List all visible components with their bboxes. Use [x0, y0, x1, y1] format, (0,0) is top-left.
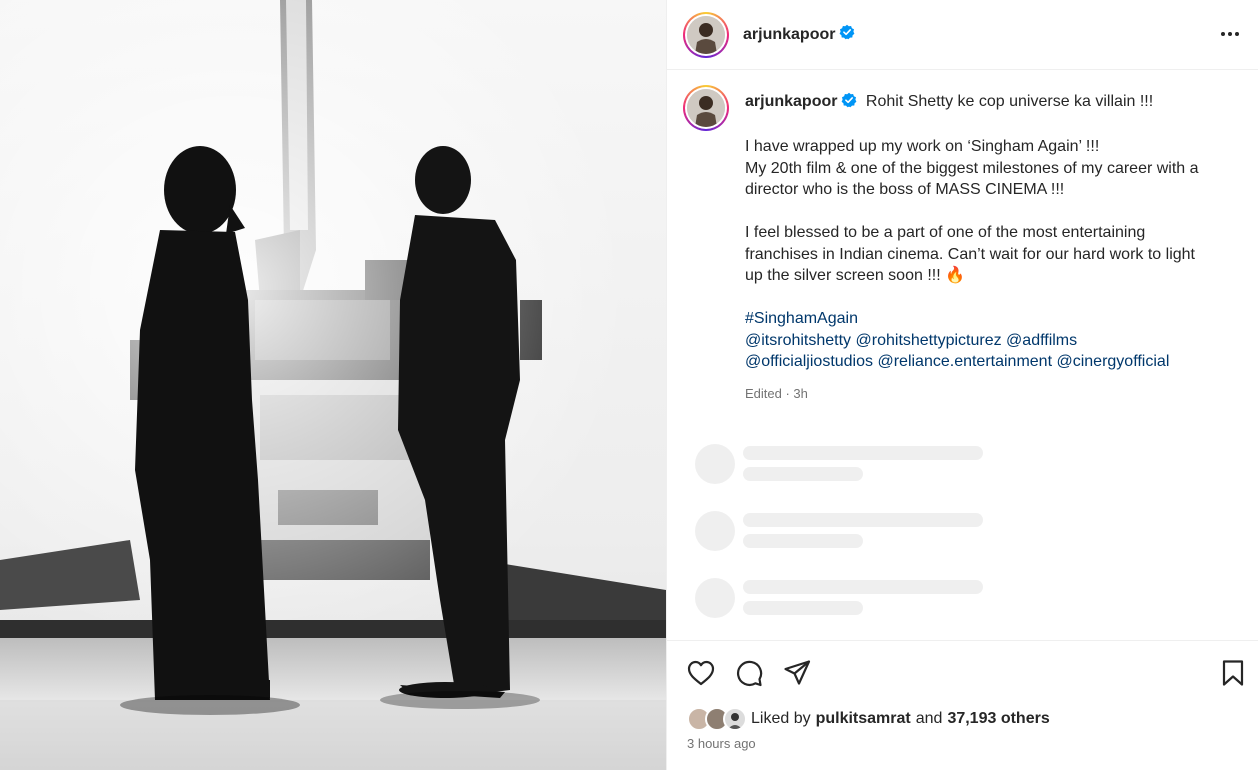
- caption-username[interactable]: arjunkapoor: [745, 93, 837, 110]
- post-photo: [0, 0, 666, 770]
- liker-avatars[interactable]: [687, 707, 749, 731]
- avatar-photo: [687, 15, 725, 54]
- bookmark-icon[interactable]: [1217, 657, 1249, 689]
- heart-icon[interactable]: [685, 657, 717, 689]
- caption-line: up the silver screen soon !!! 🔥: [745, 267, 966, 284]
- caption-line: director who is the boss of MASS CINEMA …: [745, 181, 1065, 198]
- caption-first-line: arjunkapoor Rohit Shetty ke cop universe…: [745, 91, 1231, 115]
- caption: arjunkapoor Rohit Shetty ke cop universe…: [667, 71, 1258, 404]
- caption-line: My 20th film & one of the biggest milest…: [745, 159, 1199, 177]
- post-header: arjunkapoor: [667, 0, 1258, 70]
- mention-link[interactable]: @reliance.entertainment: [877, 353, 1052, 370]
- post-image[interactable]: [0, 0, 666, 770]
- post-timestamp[interactable]: 3 hours ago: [687, 736, 756, 751]
- caption-line: I have wrapped up my work on ‘Singham Ag…: [745, 138, 1100, 155]
- post-actions: Liked by pulkitsamrat and 37,193 others …: [667, 640, 1258, 770]
- paper-plane-icon[interactable]: [781, 657, 813, 689]
- likes-summary: Liked by pulkitsamrat and 37,193 others: [687, 707, 1050, 731]
- mention-link[interactable]: @itsrohitshetty: [745, 332, 851, 349]
- verified-badge-icon: [841, 92, 857, 115]
- caption-text: arjunkapoor Rohit Shetty ke cop universe…: [745, 85, 1231, 404]
- caption-meta: Edited · 3h: [745, 385, 808, 401]
- action-icons: [685, 657, 1249, 689]
- caption-author-avatar[interactable]: [683, 85, 729, 131]
- verified-badge-icon: [839, 24, 855, 45]
- caption-and-comments[interactable]: arjunkapoor Rohit Shetty ke cop universe…: [667, 71, 1258, 639]
- mention-link[interactable]: @rohitshettypicturez: [856, 332, 1002, 349]
- mention-link[interactable]: @officialjiostudios: [745, 353, 873, 370]
- more-options-icon[interactable]: [1216, 22, 1244, 46]
- post-detail-panel: arjunkapoor arjunkapoor Rohit Shetty ke …: [666, 0, 1258, 770]
- hashtag-link[interactable]: #SinghamAgain: [745, 310, 858, 327]
- comment-icon[interactable]: [733, 657, 765, 689]
- caption-line: I feel blessed to be a part of one of th…: [745, 224, 1146, 241]
- mention-link[interactable]: @cinergyofficial: [1056, 353, 1169, 370]
- avatar-photo: [687, 89, 725, 127]
- comment-skeleton: [695, 578, 983, 639]
- likes-prefix: Liked by: [751, 710, 811, 727]
- liker-username[interactable]: pulkitsamrat: [816, 710, 911, 728]
- caption-paragraph-3: I feel blessed to be a part of one of th…: [745, 222, 1231, 287]
- caption-line: franchises in Indian cinema. Can’t wait …: [745, 245, 1195, 263]
- author-avatar[interactable]: [683, 11, 729, 58]
- comment-skeleton: [695, 511, 983, 578]
- mention-link[interactable]: @adffilms: [1006, 332, 1077, 349]
- caption-tags: #SinghamAgain @itsrohitshetty @rohitshet…: [745, 308, 1231, 373]
- caption-paragraph-2: I have wrapped up my work on ‘Singham Ag…: [745, 136, 1231, 201]
- likes-count[interactable]: 37,193 others: [947, 710, 1049, 728]
- author-username[interactable]: arjunkapoor: [743, 26, 835, 44]
- comment-skeleton: [695, 444, 983, 511]
- caption-headline: Rohit Shetty ke cop universe ka villain …: [865, 93, 1154, 110]
- likes-connector: and: [915, 710, 943, 727]
- comments-loading: [695, 444, 983, 639]
